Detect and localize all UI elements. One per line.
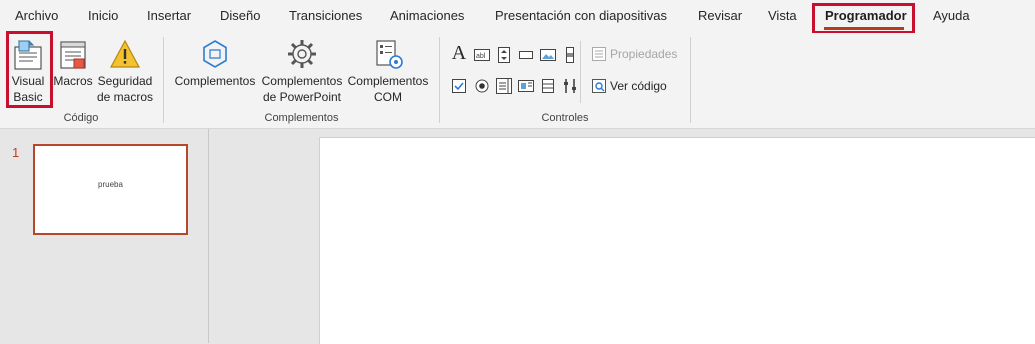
- com-add-ins-label: Complementos COM: [347, 74, 429, 104]
- visual-basic-highlight: [6, 31, 53, 108]
- tab-vista[interactable]: Vista: [768, 8, 797, 23]
- tab-revisar[interactable]: Revisar: [698, 8, 742, 23]
- ribbon-panel: Visual Basic Macros Seguridad de macros …: [0, 33, 1035, 129]
- macro-security-label: Seguridad de macros: [96, 74, 154, 104]
- tab-inicio[interactable]: Inicio: [88, 8, 118, 23]
- view-code-icon: [592, 79, 606, 93]
- macros-icon: [52, 37, 94, 71]
- slide-thumbnail[interactable]: prueba: [33, 144, 188, 235]
- programador-tab-highlight: [812, 3, 915, 34]
- slide-thumbnail-text: prueba: [98, 180, 123, 189]
- group-label-complementos: Complementos: [264, 112, 339, 124]
- group-separator: [690, 37, 691, 123]
- scroll-bar-control-icon[interactable]: [562, 47, 578, 63]
- warning-icon: [96, 37, 154, 71]
- com-add-ins-icon: [346, 37, 430, 71]
- more-controls-icon[interactable]: [562, 78, 578, 94]
- macros-label: Macros: [53, 74, 93, 88]
- add-ins-icon: [172, 37, 258, 71]
- tab-archivo[interactable]: Archivo: [15, 8, 58, 23]
- view-code-button[interactable]: Ver código: [592, 79, 667, 93]
- add-ins-button[interactable]: Complementos: [172, 37, 258, 89]
- tab-diseno[interactable]: Diseño: [220, 8, 260, 23]
- group-label-codigo: Código: [63, 112, 99, 124]
- group-separator: [439, 37, 440, 123]
- powerpoint-add-ins-label: Complementos de PowerPoint: [261, 74, 343, 104]
- image-control-icon[interactable]: [540, 47, 556, 63]
- label-control-icon[interactable]: A: [451, 43, 467, 63]
- list-box-control-icon[interactable]: [496, 78, 512, 94]
- properties-button[interactable]: Propiedades: [592, 47, 677, 61]
- option-button-control-icon[interactable]: [474, 78, 490, 94]
- controls-separator: [580, 41, 581, 103]
- properties-label: Propiedades: [610, 47, 678, 61]
- command-button-control-icon[interactable]: [518, 47, 534, 63]
- spin-button-control-icon[interactable]: [496, 47, 512, 63]
- slide-canvas[interactable]: [319, 137, 1035, 344]
- powerpoint-add-ins-button[interactable]: Complementos de PowerPoint: [259, 37, 345, 105]
- gear-icon: [259, 37, 345, 71]
- tab-presentacion[interactable]: Presentación con diapositivas: [495, 8, 667, 23]
- slide-number: 1: [12, 145, 20, 160]
- combo-box-control-icon[interactable]: [518, 78, 534, 94]
- text-box-control-icon[interactable]: abl: [474, 47, 490, 63]
- properties-icon: [592, 47, 606, 61]
- tab-animaciones[interactable]: Animaciones: [390, 8, 464, 23]
- macro-security-button[interactable]: Seguridad de macros: [96, 37, 154, 105]
- toggle-button-control-icon[interactable]: [540, 78, 556, 94]
- checkbox-control-icon[interactable]: [451, 78, 467, 94]
- add-ins-label: Complementos: [174, 74, 256, 88]
- tab-ayuda[interactable]: Ayuda: [933, 8, 970, 23]
- view-code-label: Ver código: [610, 79, 667, 93]
- tab-transiciones[interactable]: Transiciones: [289, 8, 362, 23]
- svg-text:abl: abl: [476, 53, 486, 60]
- macros-button[interactable]: Macros: [52, 37, 94, 89]
- com-add-ins-button[interactable]: Complementos COM: [346, 37, 430, 105]
- group-label-controles: Controles: [541, 112, 589, 124]
- tab-insertar[interactable]: Insertar: [147, 8, 191, 23]
- group-separator: [163, 37, 164, 123]
